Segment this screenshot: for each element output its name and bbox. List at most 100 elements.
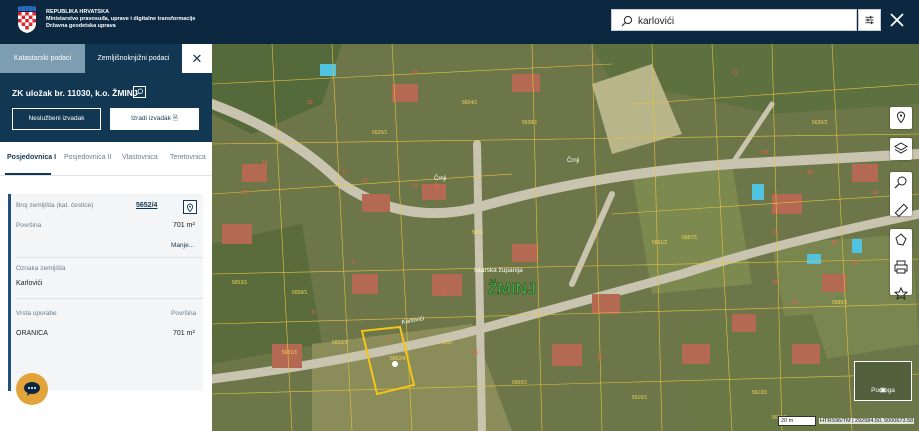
parcel-label: 5653/1 — [232, 280, 248, 286]
parcel-label: 5652/4 — [390, 356, 406, 362]
town-label: ŽMINJ — [488, 279, 536, 298]
coordinates-readout: HTRS96/TM | 292584.50, 5000673.58 — [819, 418, 915, 424]
map-actions-group — [890, 229, 912, 301]
sliders-icon — [865, 15, 874, 25]
map-view[interactable]: 5652/4 5652/3 5651/1 5653/1 5658/1 5655 … — [212, 44, 919, 431]
polygon-icon[interactable] — [890, 229, 912, 251]
layers-button[interactable] — [890, 138, 912, 160]
parcel-label: 5616/1 — [632, 395, 648, 401]
house-number: 9A — [472, 350, 479, 356]
page-title: ZK uložak br. 11030, k.o. ŽMINJ — [12, 88, 138, 98]
scale-bar: 20 m — [778, 416, 816, 426]
brand-line-1: REPUBLIKA HRVATSKA — [46, 9, 110, 15]
search-icon — [621, 15, 633, 27]
unofficial-extract-button[interactable]: Neslužbeni izvadak — [12, 108, 101, 130]
tab-teretovnica[interactable]: Teretovnica — [170, 154, 206, 161]
house-number: 6 — [442, 290, 445, 296]
house-number: 3 — [387, 336, 390, 342]
tab-landbook[interactable]: Zemljišnoknjižni podaci — [85, 44, 182, 73]
house-number: 24 — [792, 300, 798, 306]
brand-line-3: Državna geodetska uprava — [46, 23, 116, 29]
house-number: 12 — [362, 178, 368, 184]
brand-text[interactable]: REPUBLIKA HRVATSKA Ministarstvo pravosuđ… — [46, 9, 195, 30]
map-canvas[interactable]: 5652/4 5652/3 5651/1 5653/1 5658/1 5655 … — [212, 44, 919, 431]
parcel-label: 5638/1 — [522, 120, 538, 126]
brand-line-2: Ministarstvo pravosuđa, uprave i digital… — [46, 16, 196, 22]
house-number: 10 — [597, 355, 603, 361]
ruler-icon[interactable] — [890, 199, 912, 221]
parcel-label: 5661/2 — [652, 240, 668, 246]
filter-button[interactable] — [858, 9, 881, 31]
locate-parcel-button[interactable] — [183, 200, 197, 214]
divider — [16, 257, 203, 258]
parcel-label: 5658/1 — [292, 290, 308, 296]
parcel-card: Broj zemljišta (kat. čestice) 5652/4 Pov… — [8, 194, 203, 391]
close-icon[interactable] — [886, 9, 908, 31]
parcel-label: 5657 — [442, 340, 453, 346]
parcel-label: 5687/1 — [682, 235, 698, 241]
parcel-label: 5630/3 — [812, 120, 828, 126]
parcel-link[interactable]: 5652/4 — [136, 202, 157, 209]
house-number: 11 — [434, 183, 439, 189]
create-extract-button[interactable]: Izradi izvadak 🗎 — [110, 108, 199, 130]
parcel-label: Broj zemljišta (kat. čestice) — [16, 202, 94, 209]
divider — [16, 298, 203, 299]
zoom-search-icon[interactable] — [890, 172, 912, 194]
use-value: ORANICA — [16, 330, 48, 337]
region-label: Istarska županija — [474, 267, 523, 274]
house-number: 20 — [762, 150, 768, 156]
active-tab-indicator — [5, 173, 51, 175]
road-label: Črnji — [567, 157, 579, 164]
house-number: 21 — [732, 70, 738, 76]
print-icon[interactable] — [890, 256, 912, 278]
croatia-coat-of-arms-logo[interactable] — [17, 6, 37, 33]
parcel-label: 5660/1 — [512, 380, 528, 386]
map-tools-group — [890, 172, 912, 218]
house-number: 4 — [352, 260, 355, 266]
house-number: 3A — [872, 190, 879, 196]
parcel-label: 5652/3 — [332, 340, 348, 346]
location-button[interactable] — [890, 107, 912, 129]
use-area-value: 701 m² — [173, 330, 195, 337]
house-number: 8 — [312, 310, 315, 316]
star-icon[interactable] — [890, 283, 912, 305]
parcel-label: 5655 — [472, 230, 483, 236]
tab-posjedovnica-1[interactable]: Posjedovnica I — [7, 154, 56, 161]
road-label: Črnji — [434, 175, 446, 182]
house-number: 13 — [412, 183, 418, 189]
parcel-label: 5651/1 — [282, 350, 298, 356]
less-link[interactable]: Manje... — [171, 242, 194, 249]
use-label: Vrsta uporabe — [16, 310, 57, 317]
location-pin-icon — [186, 203, 194, 213]
parcel-label: 5604/1 — [462, 100, 478, 106]
tab-cadastre[interactable]: Katastarski podaci — [0, 44, 85, 73]
panel-close-icon[interactable]: ✕ — [182, 44, 212, 73]
tab-vlastovnica[interactable]: Vlastovnica — [122, 154, 158, 161]
panel-header: ZK uložak br. 11030, k.o. ŽMINJ Neslužbe… — [0, 73, 212, 142]
parcel-label: 5625/1 — [372, 130, 388, 136]
location-pin-icon — [896, 111, 906, 124]
tab-posjedovnica-2[interactable]: Posjedovnica II — [64, 154, 111, 161]
parcel-label: 5613/1 — [752, 390, 768, 396]
house-number: 19 — [412, 70, 418, 76]
parcel-label: 5685/1 — [832, 300, 848, 306]
house-number: 1C — [852, 260, 859, 266]
basemap-switcher[interactable]: ▣ Podloga — [854, 361, 912, 401]
layers-icon — [894, 142, 908, 154]
search-icon[interactable] — [133, 86, 146, 98]
search-box[interactable] — [611, 9, 857, 31]
section-tabs: Posjedovnica I Posjedovnica II Vlastovni… — [0, 142, 212, 176]
area-label: Površina — [16, 222, 42, 229]
house-number: 14 — [262, 160, 268, 166]
mark-value: Karlovići — [16, 280, 43, 287]
use-area-label: Površina — [171, 310, 197, 317]
mark-label: Oznaka zemljišta — [16, 265, 66, 272]
house-number: 22 — [772, 280, 778, 286]
top-bar: REPUBLIKA HRVATSKA Ministarstvo pravosuđ… — [0, 0, 919, 44]
chat-button[interactable] — [16, 373, 48, 405]
search-input[interactable] — [636, 12, 850, 30]
house-number: 26 — [832, 240, 838, 246]
basemap-text: Podloga — [871, 387, 895, 394]
chat-bubble-icon — [24, 382, 40, 396]
area-value: 701 m² — [173, 222, 195, 229]
